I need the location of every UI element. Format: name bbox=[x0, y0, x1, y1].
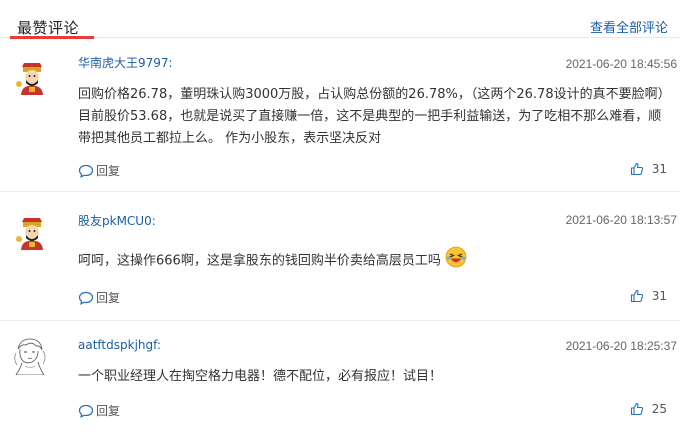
reply-label: 回复 bbox=[96, 164, 121, 178]
comment-timestamp: 2021-06-20 18:25:37 bbox=[565, 339, 677, 353]
like-count: 31 bbox=[651, 162, 667, 176]
thumbs-up-icon bbox=[630, 162, 643, 176]
comment-username[interactable]: 华南虎大王9797: bbox=[78, 54, 173, 71]
like-count: 25 bbox=[651, 402, 667, 416]
like-button[interactable]: 31 bbox=[630, 162, 667, 176]
comment-text: 一个职业经理人在掏空格力电器！德不配位，必有报应！试目！ bbox=[78, 369, 443, 384]
god-of-wealth-avatar[interactable] bbox=[14, 214, 50, 250]
view-all-comments-link[interactable]: 查看全部评论 bbox=[590, 17, 668, 36]
speech-bubble-icon bbox=[78, 404, 94, 418]
like-count: 31 bbox=[651, 289, 667, 303]
like-button[interactable]: 31 bbox=[630, 289, 667, 303]
reply-label: 回复 bbox=[96, 291, 121, 305]
reply-button[interactable]: 回复 bbox=[78, 402, 120, 419]
laughing-emoji-icon bbox=[445, 246, 467, 268]
comment-username[interactable]: 股友pkMCU0: bbox=[78, 212, 156, 229]
reply-button[interactable]: 回复 bbox=[78, 289, 120, 306]
thumbs-up-icon bbox=[630, 402, 643, 416]
comment-text: 回购价格26.78，董明珠认购3000万股，占认购总份额的26.78%，（这两个… bbox=[78, 87, 671, 146]
speech-bubble-icon bbox=[78, 291, 94, 305]
comment-item: aatftdspkjhgf: 2021-06-20 18:25:37 一个职业经… bbox=[0, 321, 680, 434]
section-title: 最赞评论 bbox=[17, 19, 80, 37]
thumbs-up-icon bbox=[630, 289, 643, 303]
god-of-wealth-avatar[interactable] bbox=[14, 59, 50, 95]
like-button[interactable]: 25 bbox=[630, 402, 667, 416]
comment-text: 呵呵，这操作666啊，这是拿股东的钱回购半价卖给高层员工吗 bbox=[78, 246, 673, 273]
reply-button[interactable]: 回复 bbox=[78, 162, 120, 179]
comment-username[interactable]: aatftdspkjhgf: bbox=[78, 338, 161, 352]
comment-timestamp: 2021-06-20 18:45:56 bbox=[565, 57, 677, 71]
comment-item: 股友pkMCU0: 2021-06-20 18:13:57 呵呵，这操作666啊… bbox=[0, 192, 680, 321]
comment-timestamp: 2021-06-20 18:13:57 bbox=[565, 213, 677, 227]
sketch-character-avatar[interactable] bbox=[10, 335, 50, 375]
comments-header: 最赞评论 查看全部评论 bbox=[0, 0, 680, 39]
comment-item: 华南虎大王9797: 2021-06-20 18:45:56 回购价格26.78… bbox=[0, 39, 680, 192]
comment-text-body: 呵呵，这操作666啊，这是拿股东的钱回购半价卖给高层员工吗 bbox=[78, 253, 441, 269]
speech-bubble-icon bbox=[78, 164, 94, 178]
reply-label: 回复 bbox=[96, 404, 121, 418]
